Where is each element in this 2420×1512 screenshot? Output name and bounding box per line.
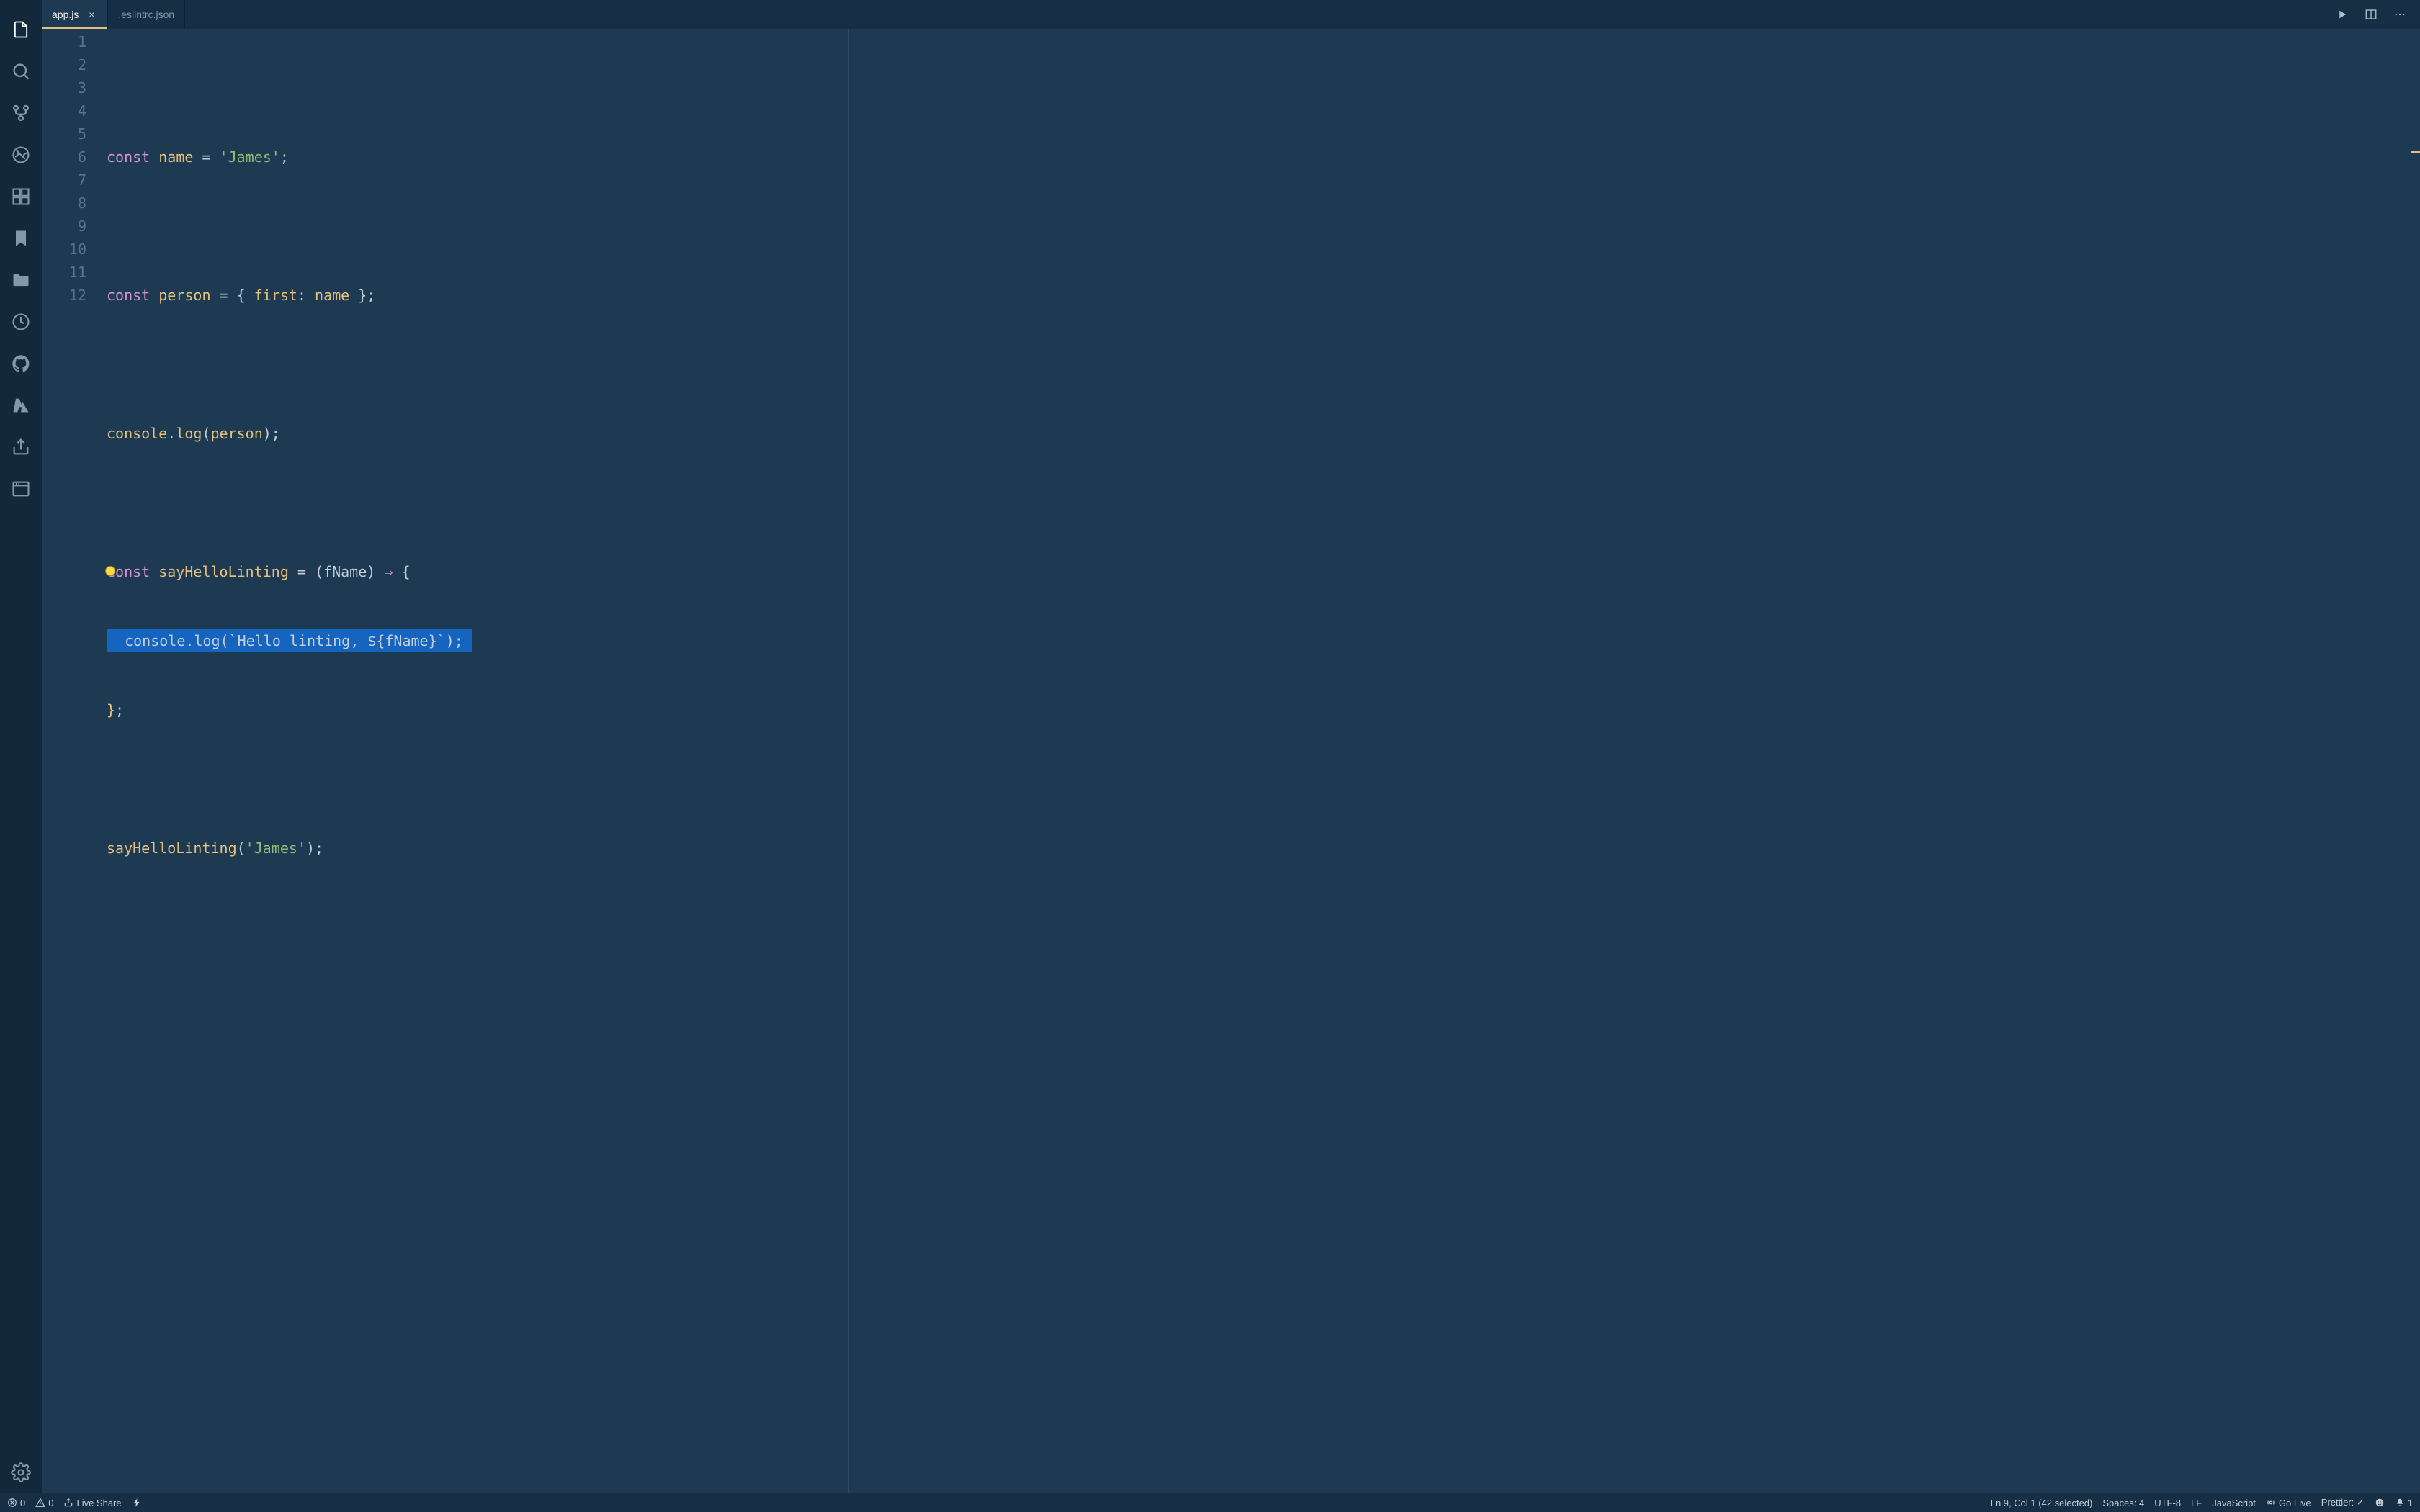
settings-icon[interactable] xyxy=(0,1452,42,1493)
code-content[interactable]: const name = 'James'; const person = { f… xyxy=(107,29,2420,1493)
close-icon[interactable]: × xyxy=(86,9,97,20)
tab-label: .eslintrc.json xyxy=(118,9,174,20)
tab-eslintrc[interactable]: .eslintrc.json xyxy=(108,0,185,29)
status-bolt-icon[interactable] xyxy=(132,1498,142,1508)
gitlens-icon[interactable] xyxy=(0,301,42,343)
extensions-icon[interactable] xyxy=(0,176,42,217)
status-eol[interactable]: LF xyxy=(2191,1498,2202,1508)
browser-icon[interactable] xyxy=(0,468,42,510)
share-icon[interactable] xyxy=(0,426,42,468)
source-control-icon[interactable] xyxy=(0,92,42,134)
folder-icon[interactable] xyxy=(0,259,42,301)
status-prettier[interactable]: Prettier: ✓ xyxy=(2321,1497,2365,1508)
tab-label: app.js xyxy=(52,9,79,20)
status-cursor[interactable]: Ln 9, Col 1 (42 selected) xyxy=(1991,1498,2093,1508)
status-encoding[interactable]: UTF-8 xyxy=(2154,1498,2181,1508)
tab-app-js[interactable]: app.js × xyxy=(42,0,108,29)
activity-bar xyxy=(0,0,42,1493)
lightbulb-icon[interactable] xyxy=(105,566,115,576)
status-live-share[interactable]: Live Share xyxy=(63,1498,121,1508)
status-bar: 0 0 Live Share Ln 9, Col 1 (42 selected)… xyxy=(0,1493,2420,1512)
split-editor-icon[interactable] xyxy=(2358,1,2384,27)
run-icon[interactable] xyxy=(2329,1,2355,27)
status-errors[interactable]: 0 xyxy=(7,1498,25,1508)
line-gutter: 1 2 3 4 5 6 7 8 9 10 11 12 xyxy=(42,29,107,1493)
status-go-live[interactable]: Go Live xyxy=(2266,1498,2311,1508)
explorer-icon[interactable] xyxy=(0,9,42,50)
debug-icon[interactable] xyxy=(0,134,42,176)
bookmark-icon[interactable] xyxy=(0,217,42,259)
azure-icon[interactable] xyxy=(0,384,42,426)
code-editor[interactable]: 1 2 3 4 5 6 7 8 9 10 11 12 const name = … xyxy=(42,29,2420,1493)
tab-bar: app.js × .eslintrc.json xyxy=(42,0,2420,29)
status-spaces[interactable]: Spaces: 4 xyxy=(2102,1498,2144,1508)
editor-ruler xyxy=(848,29,849,1493)
status-warnings[interactable]: 0 xyxy=(35,1498,53,1508)
status-notifications[interactable]: 1 xyxy=(2395,1498,2413,1508)
status-language[interactable]: JavaScript xyxy=(2212,1498,2256,1508)
status-feedback-icon[interactable] xyxy=(2375,1498,2385,1508)
more-icon[interactable] xyxy=(2387,1,2413,27)
search-icon[interactable] xyxy=(0,50,42,92)
github-icon[interactable] xyxy=(0,343,42,384)
